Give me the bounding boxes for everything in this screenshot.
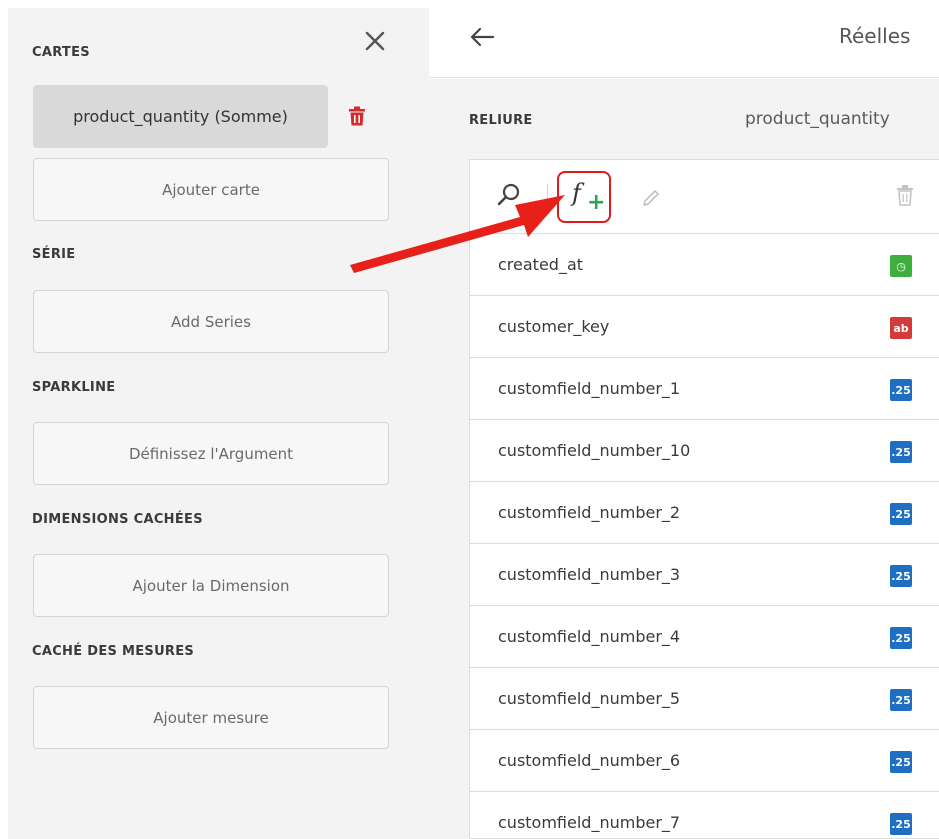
field-row-customfield-number-1[interactable]: customfield_number_1 .25 (470, 358, 939, 420)
add-measure-button[interactable]: Ajouter mesure (33, 686, 389, 749)
left-panel: CARTES product_quantity (Somme) Ajouter … (8, 8, 429, 839)
field-name: customfield_number_5 (498, 689, 681, 708)
page-title: Réelles (839, 24, 911, 48)
close-icon[interactable] (362, 28, 388, 54)
number-type-icon: .25 (890, 627, 912, 649)
field-row-customfield-number-5[interactable]: customfield_number_5 .25 (470, 668, 939, 730)
field-row-customfield-number-3[interactable]: customfield_number_3 .25 (470, 544, 939, 606)
field-row-customer-key[interactable]: customer_key ab (470, 296, 939, 358)
field-list: f + created_at ◷ customer_key ab customf… (469, 159, 939, 839)
field-row-created-at[interactable]: created_at ◷ (470, 234, 939, 296)
field-list-toolbar: f + (470, 160, 939, 234)
field-row-customfield-number-10[interactable]: customfield_number_10 .25 (470, 420, 939, 482)
field-name: customfield_number_1 (498, 379, 681, 398)
field-row-customfield-number-7[interactable]: customfield_number_7 .25 (470, 792, 939, 838)
series-section-title: SÉRIE (32, 247, 76, 262)
card-chip-product-quantity[interactable]: product_quantity (Somme) (33, 85, 328, 148)
back-arrow-icon[interactable] (469, 26, 495, 48)
sparkline-argument-button[interactable]: Définissez l'Argument (33, 422, 389, 485)
add-series-button[interactable]: Add Series (33, 290, 389, 353)
hidden-measures-section-title: CACHÉ DES MESURES (32, 644, 195, 659)
cards-section-title: CARTES (32, 45, 90, 60)
top-bar: Réelles (429, 0, 939, 78)
binding-label: RELIURE (469, 113, 533, 128)
binding-panel: RELIURE product_quantity f + created_at … (429, 79, 939, 839)
add-calculated-field-button[interactable]: f + (557, 171, 611, 223)
number-type-icon: .25 (890, 689, 912, 711)
function-icon: f (572, 179, 581, 207)
field-row-customfield-number-6[interactable]: customfield_number_6 .25 (470, 730, 939, 792)
number-type-icon: .25 (890, 379, 912, 401)
number-type-icon: .25 (890, 751, 912, 773)
hidden-dimensions-section-title: DIMENSIONS CACHÉES (32, 512, 203, 527)
field-name: customfield_number_4 (498, 627, 681, 646)
text-type-icon: ab (890, 317, 912, 339)
add-card-button[interactable]: Ajouter carte (33, 158, 389, 221)
field-name: customer_key (498, 317, 610, 336)
add-dimension-button[interactable]: Ajouter la Dimension (33, 554, 389, 617)
date-type-icon: ◷ (890, 255, 912, 277)
field-row-customfield-number-4[interactable]: customfield_number_4 .25 (470, 606, 939, 668)
pencil-icon[interactable] (640, 187, 662, 209)
field-name: customfield_number_10 (498, 441, 691, 460)
number-type-icon: .25 (890, 565, 912, 587)
sparkline-section-title: SPARKLINE (32, 380, 116, 395)
field-name: created_at (498, 255, 584, 274)
number-type-icon: .25 (890, 503, 912, 525)
trash-icon[interactable] (896, 184, 914, 206)
field-row-customfield-number-2[interactable]: customfield_number_2 .25 (470, 482, 939, 544)
field-name: customfield_number_3 (498, 565, 681, 584)
field-name: customfield_number_2 (498, 503, 681, 522)
field-name: customfield_number_6 (498, 751, 681, 770)
field-name: customfield_number_7 (498, 813, 681, 832)
plus-icon: + (587, 190, 606, 215)
delete-card-icon[interactable] (348, 106, 366, 126)
number-type-icon: .25 (890, 441, 912, 463)
search-icon[interactable] (496, 182, 522, 208)
number-type-icon: .25 (890, 813, 912, 835)
toolbar-divider (547, 184, 548, 210)
binding-value: product_quantity (745, 109, 890, 129)
